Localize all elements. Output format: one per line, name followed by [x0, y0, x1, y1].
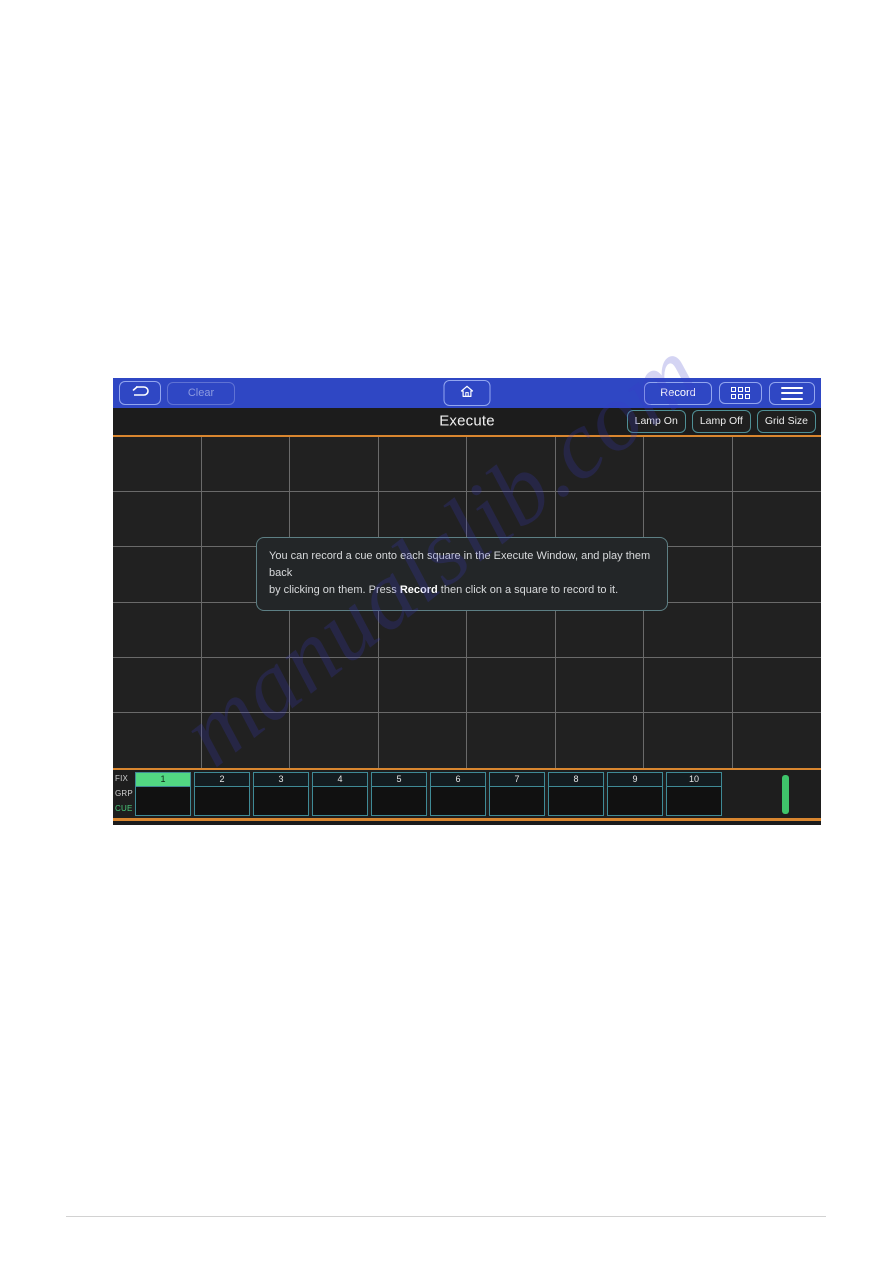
cue-button-label: 2 [195, 773, 249, 787]
cue-button-body [136, 787, 190, 815]
cue-button-body [254, 787, 308, 815]
execute-grid-cell[interactable] [378, 657, 467, 713]
execute-grid-cell[interactable] [201, 657, 290, 713]
execute-grid-cell[interactable] [467, 657, 556, 713]
cue-button-5[interactable]: 5 [371, 772, 427, 816]
cue-button-body [195, 787, 249, 815]
toolbar-left-group: Clear [119, 381, 235, 405]
execute-grid-cell[interactable] [290, 712, 379, 768]
execute-grid-cell[interactable] [644, 712, 733, 768]
hint-line-2: by clicking on them. Press Record then c… [269, 582, 655, 599]
cue-button-label: 8 [549, 773, 603, 787]
cue-button-label: 5 [372, 773, 426, 787]
cue-button-label: 10 [667, 773, 721, 787]
execute-grid-cell[interactable] [202, 712, 290, 768]
home-button[interactable] [443, 380, 491, 406]
cue-button-9[interactable]: 9 [607, 772, 663, 816]
cue-button-8[interactable]: 8 [548, 772, 604, 816]
execute-grid-cell[interactable] [732, 547, 821, 603]
cue-button-body [490, 787, 544, 815]
home-icon [460, 385, 474, 401]
label-fix[interactable]: FIX [115, 774, 128, 784]
execute-grid-cell[interactable] [555, 657, 644, 713]
execute-grid-cell[interactable] [378, 437, 467, 493]
back-button[interactable] [119, 381, 161, 405]
app-grid-icon [731, 387, 750, 399]
cue-button-6[interactable]: 6 [430, 772, 486, 816]
execute-grid-cell[interactable] [732, 658, 821, 713]
execute-grid-cell[interactable] [732, 492, 821, 548]
execute-grid-cell[interactable] [732, 437, 821, 493]
cue-button-label: 1 [136, 773, 190, 787]
title-bar: Execute Lamp On Lamp Off Grid Size [113, 408, 821, 437]
page-title: Execute [439, 412, 495, 430]
cue-button-body [313, 787, 367, 815]
execute-grid-cell[interactable] [290, 657, 379, 713]
execute-grid-cell[interactable] [201, 437, 290, 493]
cue-button-7[interactable]: 7 [489, 772, 545, 816]
hint-line-2-suffix: then click on a square to record to it. [437, 584, 619, 596]
execute-grid-cell[interactable] [113, 547, 202, 603]
cue-button-label: 3 [254, 773, 308, 787]
label-cue[interactable]: CUE [115, 804, 133, 814]
hint-line-2-prefix: by clicking on them. Press [269, 584, 400, 596]
cue-button-label: 7 [490, 773, 544, 787]
cue-button-3[interactable]: 3 [253, 772, 309, 816]
record-button[interactable]: Record [644, 381, 712, 405]
page-footer-divider [66, 1216, 826, 1217]
lamp-off-button[interactable]: Lamp Off [691, 410, 751, 433]
cue-button-4[interactable]: 4 [312, 772, 368, 816]
execute-grid-cell[interactable] [113, 492, 202, 548]
toolbar-center-group [443, 380, 491, 406]
execute-grid-cell[interactable] [290, 437, 379, 493]
cue-button-body [431, 787, 485, 815]
execute-grid: You can record a cue onto each square in… [113, 437, 821, 770]
cue-button-body [608, 787, 662, 815]
execute-grid-cell[interactable] [113, 712, 202, 768]
cue-button-body [372, 787, 426, 815]
top-toolbar: Clear Record [113, 378, 821, 408]
execute-grid-cell[interactable] [644, 657, 733, 713]
cue-button-strip: 1 2 3 4 5 6 7 8 9 10 [135, 772, 821, 816]
master-fader-zone [725, 772, 821, 816]
hamburger-menu-icon [781, 386, 803, 400]
execute-grid-cell[interactable] [113, 602, 202, 658]
label-grp[interactable]: GRP [115, 789, 133, 799]
execute-grid-cell[interactable] [733, 713, 822, 768]
cue-button-1[interactable]: 1 [135, 772, 191, 816]
execute-grid-cell[interactable] [732, 603, 821, 658]
title-bar-actions: Lamp On Lamp Off Grid Size [626, 410, 821, 433]
app-grid-button[interactable] [719, 382, 762, 404]
execute-grid-cell[interactable] [113, 437, 202, 493]
lamp-on-button[interactable]: Lamp On [626, 410, 686, 433]
cue-button-label: 9 [608, 773, 662, 787]
master-fader[interactable] [781, 774, 789, 814]
grid-size-button[interactable]: Grid Size [756, 410, 816, 433]
menu-button[interactable] [769, 381, 815, 405]
playback-bar: FIX GRP CUE 1 2 3 4 5 6 7 8 9 10 [113, 770, 821, 821]
hint-line-1: You can record a cue onto each square in… [269, 550, 651, 579]
document-page: Clear Record Execute Lamp On Lamp Off Gr… [0, 0, 893, 1263]
cue-button-10[interactable]: 10 [666, 772, 722, 816]
execute-grid-cell[interactable] [555, 437, 644, 493]
execute-grid-cell[interactable] [644, 437, 733, 493]
execute-grid-cell[interactable] [467, 712, 556, 768]
execute-grid-cell[interactable] [467, 437, 556, 493]
playback-mode-labels: FIX GRP CUE [113, 772, 135, 816]
cue-button-2[interactable]: 2 [194, 772, 250, 816]
execute-grid-cell[interactable] [556, 712, 644, 768]
execute-grid-cell[interactable] [379, 712, 467, 768]
execute-grid-cell[interactable] [113, 657, 202, 713]
hint-record-keyword: Record [399, 584, 438, 596]
toolbar-right-group: Record [644, 381, 815, 405]
clear-button[interactable]: Clear [167, 381, 235, 405]
cue-button-label: 4 [313, 773, 367, 787]
console-screenshot: Clear Record Execute Lamp On Lamp Off Gr… [113, 378, 821, 825]
cue-button-label: 6 [431, 773, 485, 787]
back-arrow-icon [131, 386, 149, 400]
cue-button-body [667, 787, 721, 815]
hint-tooltip: You can record a cue onto each square in… [256, 537, 668, 611]
cue-button-body [549, 787, 603, 815]
